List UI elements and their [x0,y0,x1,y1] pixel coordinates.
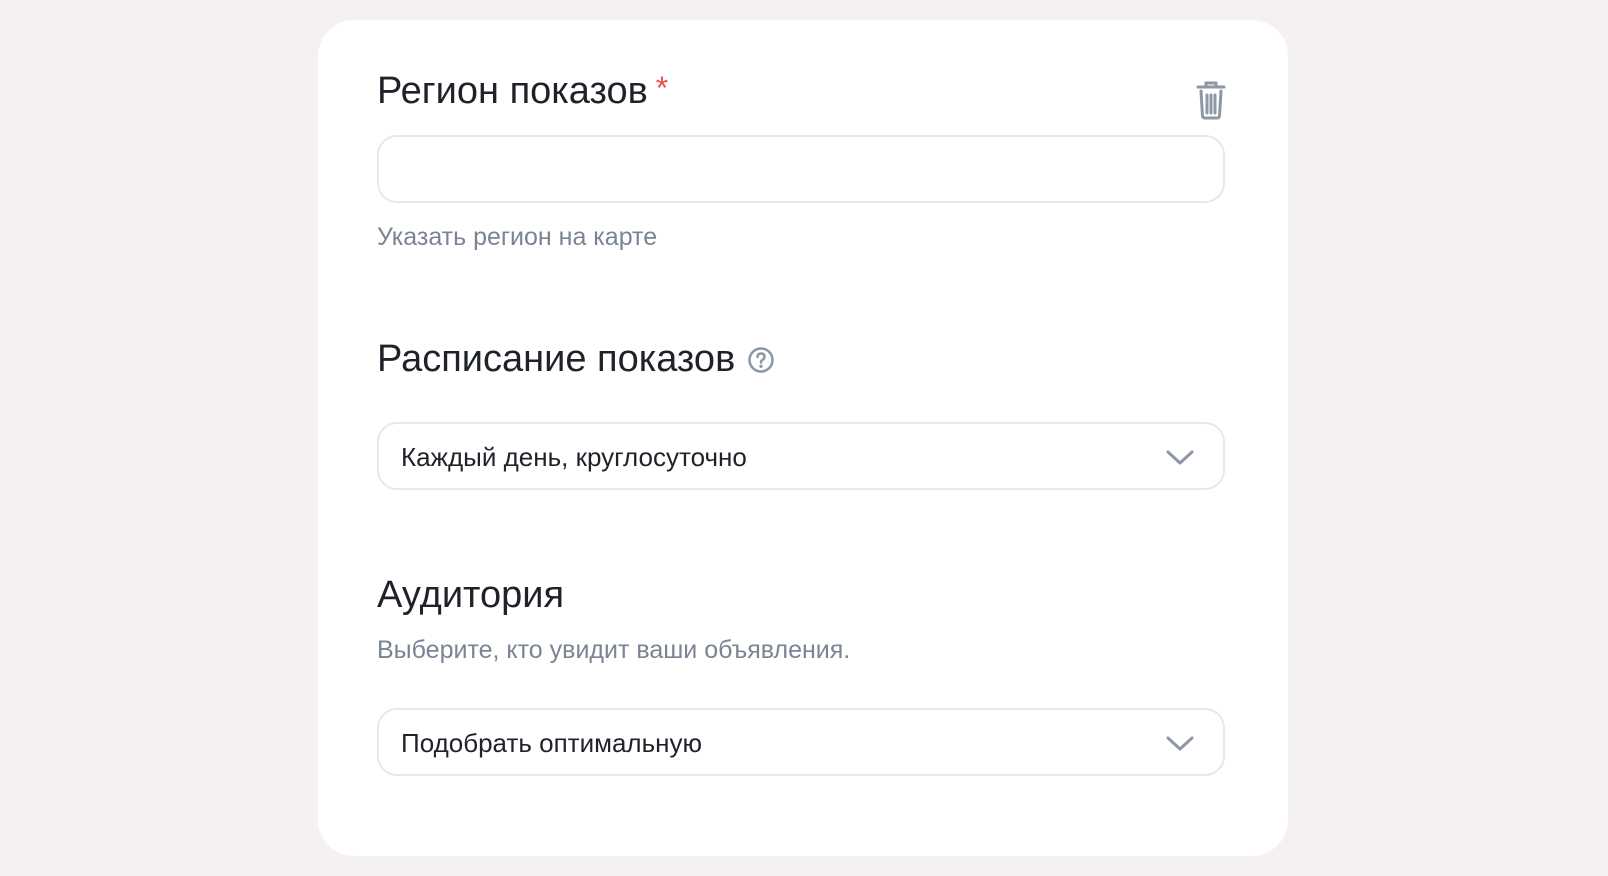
trash-icon[interactable] [1195,80,1227,120]
required-asterisk: * [655,70,669,106]
schedule-title-text: Расписание показов [377,338,736,380]
audience-select[interactable]: Подобрать оптимальную [377,708,1225,776]
audience-title: Аудитория [377,574,565,616]
chevron-down-icon [1165,732,1195,754]
question-circle-icon[interactable] [747,343,775,373]
schedule-select[interactable]: Каждый день, круглосуточно [377,422,1225,490]
audience-description: Выберите, кто увидит ваши объявления. [377,636,851,664]
audience-selected-value: Подобрать оптимальную [401,728,703,758]
region-title-text: Регион показов [377,70,648,112]
chevron-down-icon [1165,446,1195,468]
region-input[interactable] [379,137,1223,201]
schedule-selected-value: Каждый день, круглосуточно [401,442,747,472]
schedule-title: Расписание показов [377,340,775,378]
region-field[interactable] [377,135,1225,203]
region-title: Регион показов * [377,72,668,110]
form-card: Регион показов * Указать регион на карте … [318,20,1288,856]
map-region-link[interactable]: Указать регион на карте [377,223,657,252]
